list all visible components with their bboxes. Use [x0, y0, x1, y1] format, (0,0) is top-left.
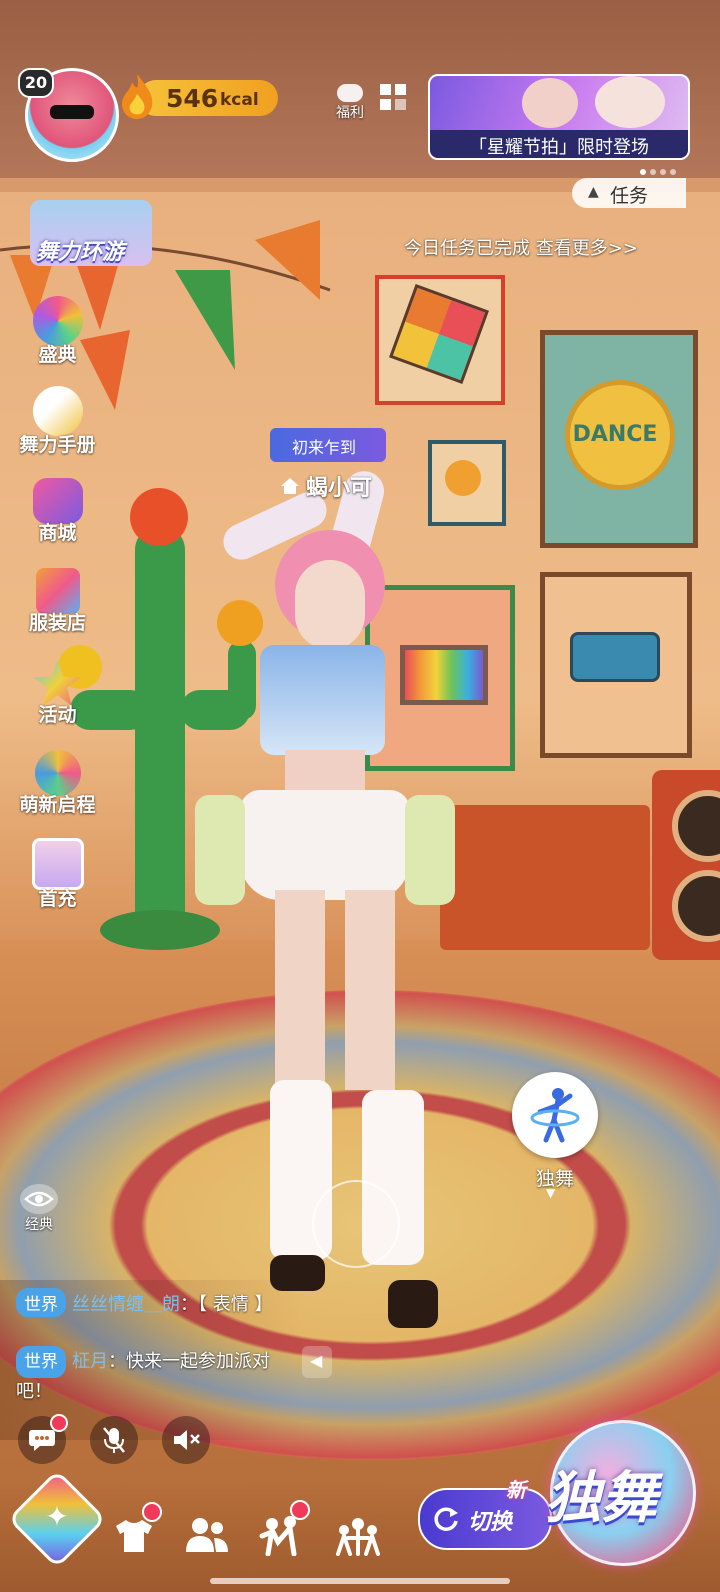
- solo-mode-button[interactable]: 独舞: [545, 1420, 696, 1566]
- home-indicator: [210, 1578, 510, 1584]
- sidebar-item-newbie-journey[interactable]: 萌新启程: [10, 750, 105, 817]
- leg-left: [275, 890, 325, 1090]
- event-banner[interactable]: 「星耀节拍」限时登场: [428, 74, 690, 160]
- sidebar-item-label: 首充: [38, 888, 77, 910]
- energy-pill[interactable]: 546 kcal: [138, 80, 278, 116]
- task-label: 任务: [610, 185, 649, 207]
- group-dance-icon: [336, 1518, 380, 1556]
- wechat-icon: [337, 84, 363, 102]
- tshirt-icon: [116, 1520, 152, 1552]
- chat-channel-badge: 世界: [16, 1288, 66, 1317]
- chat-bubble-button[interactable]: [18, 1414, 68, 1464]
- chat-message[interactable]: 世界 柾月：快来一起参加派对吧！: [16, 1346, 286, 1406]
- group-dance-button[interactable]: [334, 1510, 384, 1560]
- sidebar-item-label: 盛典: [38, 344, 77, 366]
- sidebar-item-label: 舞力手册: [19, 434, 96, 456]
- top-shirt: [260, 645, 385, 755]
- sidebar-item-label: 服装店: [28, 612, 86, 634]
- welfare-label: 福利: [336, 105, 364, 121]
- switch-mode-button[interactable]: 切换: [418, 1488, 552, 1550]
- chat-message[interactable]: 世界 丝丝情缠＿朗：【 表情 】: [16, 1288, 306, 1317]
- dancer-hoop-icon: [530, 1088, 580, 1143]
- event-logo-text: 舞力环游: [36, 240, 125, 265]
- chat-sender[interactable]: 柾月: [72, 1351, 108, 1372]
- sidebar-item-ceremony[interactable]: 盛典: [10, 296, 105, 367]
- task-status[interactable]: 今日任务已完成 查看更多>>: [404, 234, 638, 260]
- wardrobe-button[interactable]: [112, 1502, 162, 1560]
- speaker-muted-icon: [174, 1430, 200, 1450]
- solo-dance-button[interactable]: [512, 1072, 598, 1158]
- level-text: 20: [24, 73, 48, 92]
- new-badge: 新: [506, 1478, 526, 1502]
- sidebar-item-handbook[interactable]: 舞力手册: [10, 386, 105, 457]
- sidebar-item-activity[interactable]: 活动: [10, 660, 105, 727]
- leg-right: [345, 890, 395, 1090]
- eye-icon: [20, 1184, 58, 1214]
- friends-button[interactable]: [184, 1510, 234, 1560]
- sidebar-item-label: 活动: [38, 704, 77, 726]
- gift-box-icon: [31, 838, 84, 890]
- notification-dot: [50, 1414, 68, 1432]
- skirt: [240, 790, 410, 900]
- dance-poster-text: DANCE: [572, 422, 658, 447]
- view-mode-toggle[interactable]: 经典: [18, 1184, 60, 1236]
- player-title-tag: 初来乍到: [270, 428, 386, 462]
- switch-label: 切换: [468, 1510, 513, 1535]
- notification-dot: [290, 1500, 310, 1520]
- banner-pagination: [640, 160, 684, 175]
- banner-text-bar: 「星耀节拍」限时登场: [430, 130, 688, 158]
- energy-value: 546: [166, 84, 219, 113]
- level-badge: 20: [18, 68, 54, 98]
- sidebar-item-store[interactable]: 商城: [10, 478, 105, 545]
- boombox-icon: [570, 632, 660, 682]
- sidebar-item-clothing-store[interactable]: 服装店: [10, 568, 105, 635]
- view-mode-label: 经典: [25, 1217, 53, 1233]
- couple-dance-icon: [259, 1516, 297, 1557]
- player-name[interactable]: 蝎小可: [306, 470, 372, 502]
- chat-bubble-icon: [29, 1430, 55, 1451]
- task-toggle[interactable]: ▲ 任务: [572, 178, 686, 208]
- refresh-icon: [434, 1507, 458, 1531]
- game-scene: DANCE 初来乍到 蝎小可 20 546 kcal 福利 「星耀节拍」限时登场…: [0, 0, 720, 1592]
- banner-character-left: [522, 78, 578, 128]
- voice-mute-button[interactable]: [90, 1416, 138, 1464]
- disco-ball-icon: [32, 296, 83, 346]
- sound-mute-button[interactable]: [162, 1416, 210, 1464]
- caret-up-icon: ▲: [588, 184, 599, 200]
- sidebar-item-label: 商城: [38, 522, 77, 544]
- notification-dot: [142, 1502, 162, 1522]
- friends-icon: [186, 1518, 228, 1552]
- chevron-left-icon: ◀: [310, 1351, 323, 1370]
- banner-character-right: [595, 76, 665, 128]
- chat-sender[interactable]: 丝丝情缠＿朗: [72, 1294, 180, 1315]
- player-title-text: 初来乍到: [292, 438, 357, 457]
- flame-icon: [118, 72, 156, 120]
- cactus-ball-top: [130, 488, 188, 546]
- shoe-right: [388, 1280, 438, 1328]
- home-icon: [280, 476, 300, 496]
- sidebar-item-label: 萌新启程: [19, 794, 96, 816]
- grid-menu-icon[interactable]: [378, 82, 408, 112]
- chat-channel-badge: 世界: [16, 1346, 66, 1378]
- banner-text: 「星耀节拍」限时登场: [469, 137, 649, 158]
- sleeve-right: [405, 795, 455, 905]
- sunglasses-icon: [50, 105, 94, 119]
- chat-collapse-button[interactable]: ◀: [302, 1346, 332, 1378]
- sleeve-left: [195, 795, 245, 905]
- caret-down-icon: ▼: [546, 1186, 556, 1200]
- energy-unit: kcal: [220, 90, 259, 110]
- sparkle-icon: ✦: [45, 1500, 69, 1533]
- face: [295, 560, 365, 650]
- sidebar-item-first-recharge[interactable]: 首充: [10, 838, 105, 911]
- welfare-button[interactable]: 福利: [330, 84, 370, 121]
- event-logo[interactable]: 舞力环游: [30, 200, 152, 266]
- microphone-off-icon: [103, 1427, 125, 1453]
- cactus: [135, 525, 185, 935]
- chat-text: ：【 表情 】: [180, 1294, 273, 1315]
- dance-partner-button[interactable]: [258, 1500, 310, 1560]
- camera-joystick[interactable]: [312, 1180, 400, 1268]
- dancer-handbook-icon: [32, 386, 83, 436]
- solo-mode-label: 独舞: [545, 1466, 657, 1531]
